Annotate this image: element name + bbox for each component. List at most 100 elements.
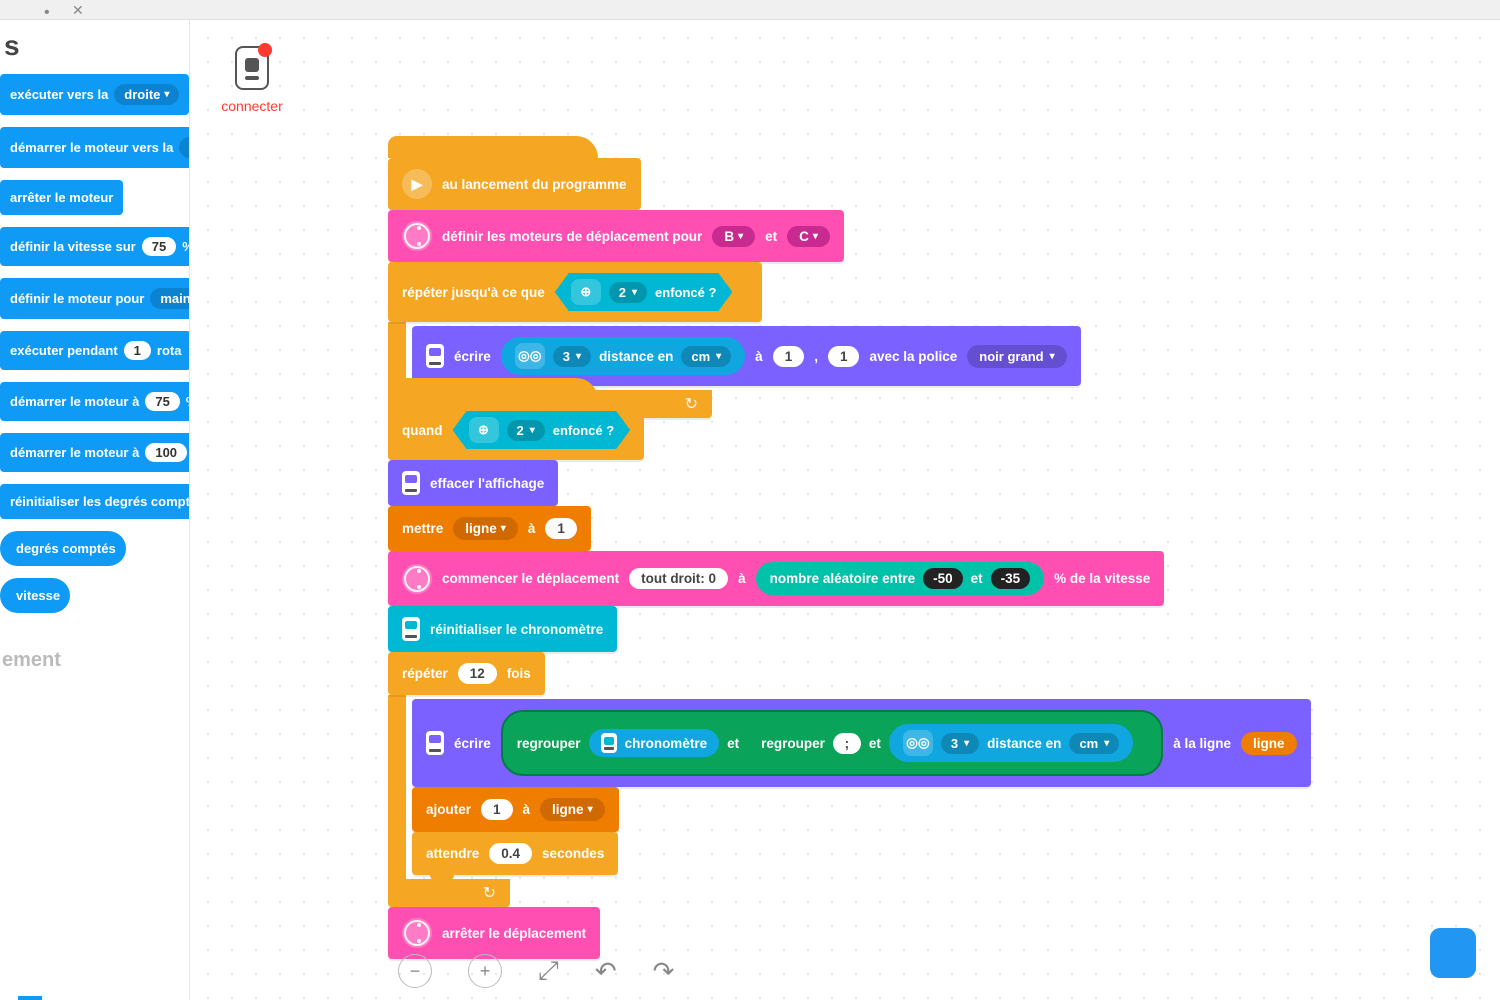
- block-label: définir la vitesse sur: [10, 239, 136, 254]
- reporter-distance[interactable]: ◎◎ 3 distance en cm: [889, 724, 1133, 762]
- toolbar-close-icon[interactable]: ✕: [72, 2, 84, 19]
- block-set-variable[interactable]: mettre ligne à 1: [388, 506, 591, 551]
- canvas-toolbar: − + ⤢ ↶ ↷: [398, 954, 674, 988]
- input-speed[interactable]: 75: [142, 237, 176, 256]
- block-when-program-starts[interactable]: ▶ au lancement du programme: [388, 158, 641, 210]
- block-label: à: [523, 802, 531, 817]
- input-wait-seconds[interactable]: 0.4: [489, 843, 532, 864]
- script-stack-2[interactable]: quand ⊕ 2 enfoncé ? effacer l'affichage …: [388, 378, 1311, 959]
- reporter-join-inner[interactable]: regrouper ; et ◎◎ 3 distance en cm: [747, 718, 1147, 768]
- block-change-variable[interactable]: ajouter 1 à ligne: [412, 787, 619, 832]
- palette-block-stop-motor[interactable]: arrêter le moteur: [0, 180, 123, 215]
- force-sensor-icon: ⊕: [469, 417, 499, 443]
- block-clear-display[interactable]: effacer l'affichage: [388, 460, 558, 506]
- block-label: définir le moteur pour: [10, 291, 144, 306]
- redo-button[interactable]: ↷: [653, 956, 675, 987]
- block-label: et: [727, 736, 739, 751]
- blocks-palette: s exécuter vers la droite démarrer le mo…: [0, 20, 190, 1000]
- dropdown-port-b[interactable]: B: [712, 226, 755, 247]
- block-label: quand: [402, 423, 443, 438]
- block-set-movement-motors[interactable]: définir les moteurs de déplacement pour …: [388, 210, 844, 262]
- block-label: mettre: [402, 521, 443, 536]
- play-icon: ▶: [402, 169, 432, 199]
- palette-reporter-degrees[interactable]: degrés comptés: [0, 531, 126, 566]
- input-random-hi[interactable]: -35: [991, 568, 1031, 589]
- variable-ligne[interactable]: ligne: [1241, 732, 1297, 755]
- input-speed[interactable]: 100: [145, 443, 187, 462]
- script-canvas[interactable]: connecter ▶ au lancement du programme dé…: [190, 20, 1500, 1000]
- block-write[interactable]: écrire ◎◎ 3 distance en cm à 1 , 1 avec …: [412, 326, 1081, 386]
- input-add-value[interactable]: 1: [481, 799, 513, 820]
- palette-block-execute-toward[interactable]: exécuter vers la droite: [0, 74, 189, 115]
- reporter-timer[interactable]: chronomètre: [589, 729, 720, 757]
- block-label: enfoncé ?: [655, 285, 716, 300]
- zoom-in-button[interactable]: +: [468, 954, 502, 988]
- trash-icon[interactable]: [1430, 928, 1476, 978]
- block-label: enfoncé ?: [553, 423, 614, 438]
- dropdown-font[interactable]: noir grand: [967, 345, 1066, 368]
- block-label: à: [755, 349, 763, 364]
- dropdown-direction[interactable]: droite: [114, 84, 179, 105]
- palette-block-start-motor-at-75[interactable]: démarrer le moteur à 75 %: [0, 382, 190, 421]
- palette-block-reset-degrees[interactable]: réinitialiser les degrés compté: [0, 484, 190, 519]
- script-stack-1[interactable]: ▶ au lancement du programme définir les …: [388, 136, 1081, 418]
- palette-reporter-speed[interactable]: vitesse: [0, 578, 70, 613]
- connect-hub-button[interactable]: connecter: [218, 46, 286, 114]
- dropdown-port-3[interactable]: 3: [553, 346, 591, 367]
- block-label: fois: [507, 666, 531, 681]
- status-dot-icon: [258, 43, 272, 57]
- input-speed[interactable]: 75: [145, 392, 179, 411]
- block-label: au lancement du programme: [442, 177, 627, 192]
- input-x[interactable]: 1: [773, 346, 805, 367]
- reporter-random[interactable]: nombre aléatoire entre -50 et -35: [756, 562, 1045, 595]
- dropdown-variable-ligne[interactable]: ligne: [453, 517, 518, 540]
- block-repeat-n[interactable]: répéter 12 fois: [388, 652, 545, 695]
- motor-icon: [402, 564, 432, 594]
- zoom-fit-button[interactable]: ⤢: [538, 955, 559, 987]
- block-label: ajouter: [426, 802, 471, 817]
- boolean-sensor-pressed[interactable]: ⊕ 2 enfoncé ?: [555, 273, 733, 311]
- block-label: à: [528, 521, 536, 536]
- zoom-out-button[interactable]: −: [398, 954, 432, 988]
- boolean-sensor-pressed[interactable]: ⊕ 2 enfoncé ?: [453, 411, 631, 449]
- dropdown-port-2[interactable]: 2: [609, 282, 647, 303]
- display-icon: [426, 344, 444, 368]
- dropdown-port-3[interactable]: 3: [941, 733, 979, 754]
- block-label: écrire: [454, 736, 491, 751]
- block-label: et: [971, 571, 983, 586]
- block-reset-timer[interactable]: réinitialiser le chronomètre: [388, 606, 617, 652]
- input-value-1[interactable]: 1: [545, 518, 577, 539]
- dropdown-port-2[interactable]: 2: [507, 420, 545, 441]
- palette-block-set-speed[interactable]: définir la vitesse sur 75 %: [0, 227, 190, 266]
- input-rotations[interactable]: 1: [124, 341, 151, 360]
- input-random-lo[interactable]: -50: [923, 568, 963, 589]
- block-start-moving[interactable]: commencer le déplacement tout droit: 0 à…: [388, 551, 1164, 606]
- input-separator[interactable]: ;: [833, 733, 861, 754]
- block-label: et: [765, 229, 777, 244]
- block-wait[interactable]: attendre 0.4 secondes: [412, 832, 618, 875]
- palette-block-start-motor-toward[interactable]: démarrer le moteur vers la d: [0, 127, 190, 168]
- input-repeat-count[interactable]: 12: [458, 663, 497, 684]
- palette-block-set-motor-mode[interactable]: définir le moteur pour maint: [0, 278, 190, 319]
- distance-sensor-icon: ◎◎: [903, 730, 933, 756]
- block-stop-moving[interactable]: arrêter le déplacement: [388, 907, 600, 959]
- dropdown-mode[interactable]: maint: [150, 288, 190, 309]
- dropdown-unit-cm[interactable]: cm: [1069, 733, 1119, 754]
- undo-button[interactable]: ↶: [595, 956, 617, 987]
- reporter-join-outer[interactable]: regrouper chronomètre et regrouper ; et …: [501, 710, 1163, 776]
- block-label: définir les moteurs de déplacement pour: [442, 229, 702, 244]
- palette-block-run-for[interactable]: exécuter pendant 1 rota: [0, 331, 190, 370]
- block-repeat-until[interactable]: répéter jusqu'à ce que ⊕ 2 enfoncé ?: [388, 262, 762, 322]
- palette-block-start-motor-at-100[interactable]: démarrer le moteur à 100 %: [0, 433, 190, 472]
- dropdown-port-c[interactable]: C: [787, 226, 830, 247]
- input-straight[interactable]: tout droit: 0: [629, 568, 728, 589]
- dropdown-direction[interactable]: d: [179, 137, 190, 158]
- hat-block-cap: [388, 136, 598, 158]
- input-y[interactable]: 1: [828, 346, 860, 367]
- force-sensor-icon: ⊕: [571, 279, 601, 305]
- dropdown-variable-ligne[interactable]: ligne: [540, 798, 605, 821]
- reporter-distance[interactable]: ◎◎ 3 distance en cm: [501, 337, 745, 375]
- block-write-line[interactable]: écrire regrouper chronomètre et regroupe…: [412, 699, 1311, 787]
- dropdown-unit-cm[interactable]: cm: [681, 346, 731, 367]
- block-when-pressed[interactable]: quand ⊕ 2 enfoncé ?: [388, 400, 644, 460]
